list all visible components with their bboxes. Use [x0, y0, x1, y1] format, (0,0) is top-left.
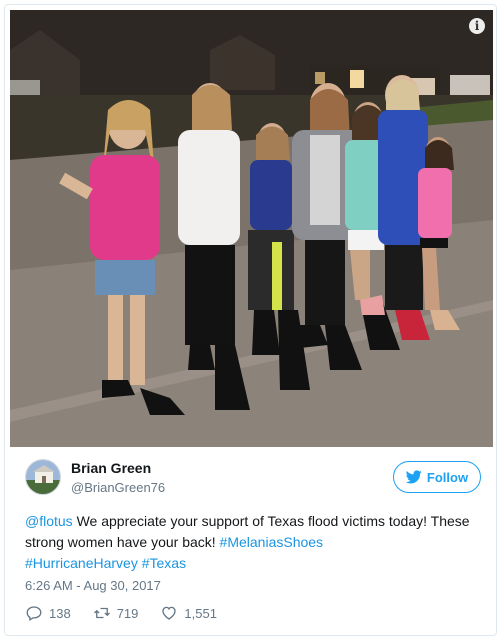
follow-button[interactable]: Follow	[393, 461, 481, 493]
hashtag-melaniasshoes[interactable]: #MelaniasShoes	[220, 534, 324, 550]
author-handle[interactable]: @BrianGreen76	[71, 480, 165, 495]
avatar[interactable]	[25, 459, 61, 495]
tweet-text: @flotus We appreciate your support of Te…	[25, 511, 480, 574]
retweet-count: 719	[116, 605, 139, 621]
reply-icon	[26, 606, 42, 621]
hashtag-texas[interactable]: #Texas	[142, 555, 186, 571]
twitter-bird-icon	[405, 470, 422, 484]
tweet-card: i Brian Green @BrianGreen76 Follow @flot…	[4, 4, 497, 636]
photo-illustration	[10, 10, 493, 447]
heart-icon	[162, 606, 177, 620]
avatar-image	[26, 460, 60, 494]
tweet-photo[interactable]: i	[10, 10, 493, 447]
retweet-button[interactable]: 719	[93, 603, 139, 623]
mention-flotus[interactable]: @flotus	[25, 513, 73, 529]
info-icon[interactable]: i	[469, 18, 485, 34]
like-button[interactable]: 1,551	[160, 603, 217, 623]
tweet-timestamp[interactable]: 6:26 AM - Aug 30, 2017	[25, 578, 161, 593]
retweet-icon	[93, 607, 110, 619]
hashtag-hurricaneharvey[interactable]: #HurricaneHarvey	[25, 555, 138, 571]
follow-label: Follow	[426, 469, 469, 485]
reply-button[interactable]: 138	[25, 603, 71, 623]
tweet-actions: 138 719 1,551	[25, 603, 217, 623]
reply-count: 138	[49, 605, 71, 621]
tweet-author: Brian Green @BrianGreen76 Follow	[25, 457, 485, 497]
like-count: 1,551	[184, 605, 217, 621]
author-name[interactable]: Brian Green	[71, 460, 151, 476]
